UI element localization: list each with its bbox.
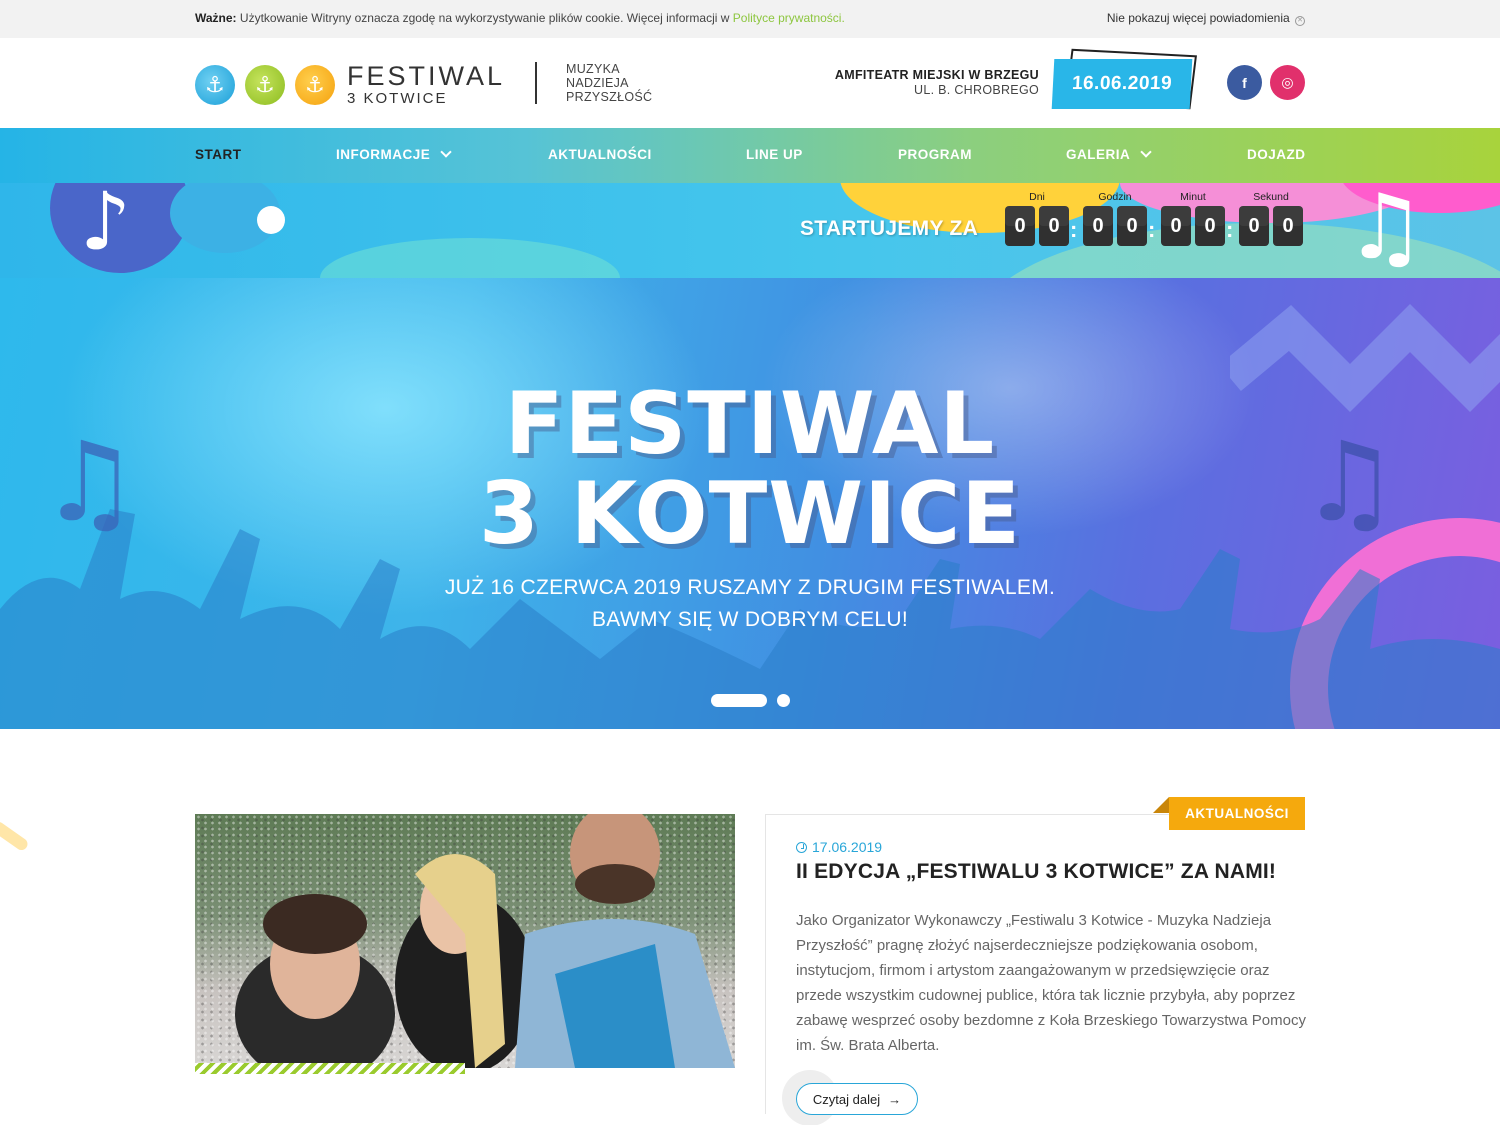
countdown-digit: 0	[1239, 206, 1269, 246]
header-divider	[535, 62, 537, 104]
anchor-icon-green: ⚓	[245, 64, 285, 105]
countdown-banner: ♪ ♫ STARTUJEMY ZA Dni 00 : Godzin 00 : M…	[0, 183, 1500, 278]
facebook-glyph: f	[1242, 74, 1247, 91]
countdown-digit: 0	[1117, 206, 1147, 246]
hero-subtitle-line2: BAWMY SIĘ W DOBRYM CELU!	[591, 608, 909, 631]
countdown-digit: 0	[1039, 206, 1069, 246]
venue-name: AMFITEATR MIEJSKI W BRZEGU	[834, 68, 1039, 82]
nav-label: START	[195, 147, 242, 162]
countdown-days: Dni 00	[1005, 191, 1069, 246]
instagram-glyph: ◎	[1281, 74, 1294, 90]
nav-label: LINE UP	[746, 147, 803, 162]
countdown-unit-label: Dni	[1029, 191, 1045, 203]
countdown-digit: 0	[1005, 206, 1035, 246]
countdown-minutes: Minut 00	[1161, 191, 1225, 246]
logo-wordmark: FESTIWAL 3 KOTWICE	[347, 61, 506, 107]
countdown-separator: :	[1226, 217, 1234, 242]
countdown-unit-label: Sekund	[1253, 191, 1289, 203]
tagline-line: MUZYKA	[566, 62, 620, 76]
countdown-hours: Godzin 00	[1083, 191, 1147, 246]
venue-address: UL. B. CHROBREGO	[914, 83, 1039, 97]
countdown-digit: 0	[1273, 206, 1303, 246]
main-nav: START INFORMACJE AKTUALNOŚCI LINE UP PRO…	[0, 128, 1500, 183]
nav-item-program[interactable]: PROGRAM	[898, 147, 972, 162]
read-more-label: Czytaj dalej	[812, 1091, 881, 1107]
music-note-icon: ♪	[80, 183, 132, 268]
hero-title-line1: FESTIWAL	[504, 374, 996, 474]
hero-subtitle: JUŻ 16 CZERWCA 2019 RUSZAMY Z DRUGIM FES…	[0, 572, 1500, 636]
countdown-separator: :	[1070, 217, 1078, 242]
news-image-people	[235, 814, 735, 1068]
countdown-unit-label: Minut	[1180, 191, 1206, 203]
event-date: 16.06.2019	[1051, 59, 1193, 109]
cookie-dismiss-label: Nie pokazuj więcej powiadomienia	[1106, 11, 1290, 25]
nav-item-informacje[interactable]: INFORMACJE	[336, 146, 452, 162]
news-category-badge[interactable]: AKTUALNOŚCI	[1169, 797, 1305, 830]
nav-item-galeria[interactable]: GALERIA	[1066, 146, 1152, 162]
close-icon: ✕	[1295, 16, 1305, 26]
nav-label: INFORMACJE	[336, 147, 431, 162]
nav-label: DOJAZD	[1247, 147, 1306, 162]
news-image[interactable]	[195, 814, 735, 1068]
cookie-important-label: Ważne:	[195, 11, 237, 25]
venue-info: AMFITEATR MIEJSKI W BRZEGU UL. B. CHROBR…	[835, 68, 1039, 98]
anchor-icon-blue: ⚓	[195, 64, 235, 105]
hero-slider: ♫ ♫ FESTIWAL 3 KOTWICE JUŻ 16 CZERWCA 20…	[0, 278, 1500, 729]
hero-subtitle-line1: JUŻ 16 CZERWCA 2019 RUSZAMY Z DRUGIM FES…	[444, 576, 1056, 599]
countdown-digit: 0	[1195, 206, 1225, 246]
cookie-dismiss-button[interactable]: Nie pokazuj więcej powiadomienia ✕	[1107, 11, 1305, 26]
chevron-down-icon	[1140, 146, 1152, 158]
countdown-separator: :	[1148, 217, 1156, 242]
event-date-badge: 16.06.2019	[1051, 48, 1198, 110]
site-header: ⚓ ⚓ ⚓ FESTIWAL 3 KOTWICE MUZYKA NADZIEJA…	[0, 38, 1500, 128]
anchor-glyph: ⚓	[305, 71, 325, 97]
nav-label: AKTUALNOŚCI	[548, 147, 652, 162]
tagline: MUZYKA NADZIEJA PRZYSZŁOŚĆ	[566, 62, 652, 104]
music-notes-icon: ♫	[1345, 183, 1426, 278]
chevron-down-icon	[440, 146, 452, 158]
nav-label: PROGRAM	[898, 147, 972, 162]
countdown-digit: 0	[1083, 206, 1113, 246]
privacy-policy-link[interactable]: Polityce prywatności.	[733, 11, 845, 25]
decor-shape	[0, 819, 30, 853]
anchor-glyph: ⚓	[205, 71, 225, 97]
decor-stripes	[195, 1063, 465, 1074]
anchor-icon-orange: ⚓	[295, 64, 335, 105]
badge-fold	[1153, 797, 1169, 813]
nav-item-dojazd[interactable]: DOJAZD	[1247, 147, 1306, 162]
countdown-seconds: Sekund 00	[1239, 191, 1303, 246]
read-more-button[interactable]: Czytaj dalej →	[796, 1083, 918, 1115]
cookie-text: Użytkowanie Witryny oznacza zgodę na wyk…	[239, 11, 730, 25]
site-logo[interactable]: ⚓ ⚓ ⚓ FESTIWAL 3 KOTWICE	[195, 63, 505, 106]
clock-icon	[796, 841, 807, 853]
instagram-icon[interactable]: ◎	[1270, 65, 1305, 100]
logo-line1: FESTIWAL	[347, 61, 506, 91]
countdown-digit: 0	[1161, 206, 1191, 246]
slider-dot[interactable]	[777, 694, 790, 707]
anchor-glyph: ⚓	[255, 71, 275, 97]
news-date: 17.06.2019	[796, 839, 882, 855]
tagline-line: NADZIEJA	[566, 76, 629, 90]
news-excerpt: Jako Organizator Wykonawczy „Festiwalu 3…	[796, 912, 1306, 1054]
decor-dot	[257, 206, 285, 234]
arrow-right-icon: →	[888, 1091, 902, 1107]
tagline-line: PRZYSZŁOŚĆ	[566, 90, 653, 104]
cookie-message: Ważne: Użytkowanie Witryny oznacza zgodę…	[195, 11, 845, 26]
nav-item-line-up[interactable]: LINE UP	[746, 147, 803, 162]
slider-pagination	[711, 694, 790, 707]
countdown-unit-label: Godzin	[1098, 191, 1132, 203]
facebook-icon[interactable]: f	[1227, 65, 1262, 100]
news-date-text: 17.06.2019	[812, 839, 883, 855]
countdown-label: STARTUJEMY ZA	[800, 217, 979, 240]
nav-item-start[interactable]: START	[195, 147, 242, 162]
news-title[interactable]: II EDYCJA „FESTIWALU 3 KOTWICE” ZA NAMI!	[796, 860, 1276, 884]
hero-title-line2: 3 KOTWICE	[478, 464, 1022, 564]
cookie-bar: Ważne: Użytkowanie Witryny oznacza zgodę…	[0, 0, 1500, 38]
nav-item-aktualnosci[interactable]: AKTUALNOŚCI	[548, 147, 652, 162]
nav-label: GALERIA	[1066, 147, 1131, 162]
logo-line2: 3 KOTWICE	[347, 90, 448, 107]
decor-shape	[320, 238, 620, 278]
slider-dot-active[interactable]	[711, 694, 767, 707]
